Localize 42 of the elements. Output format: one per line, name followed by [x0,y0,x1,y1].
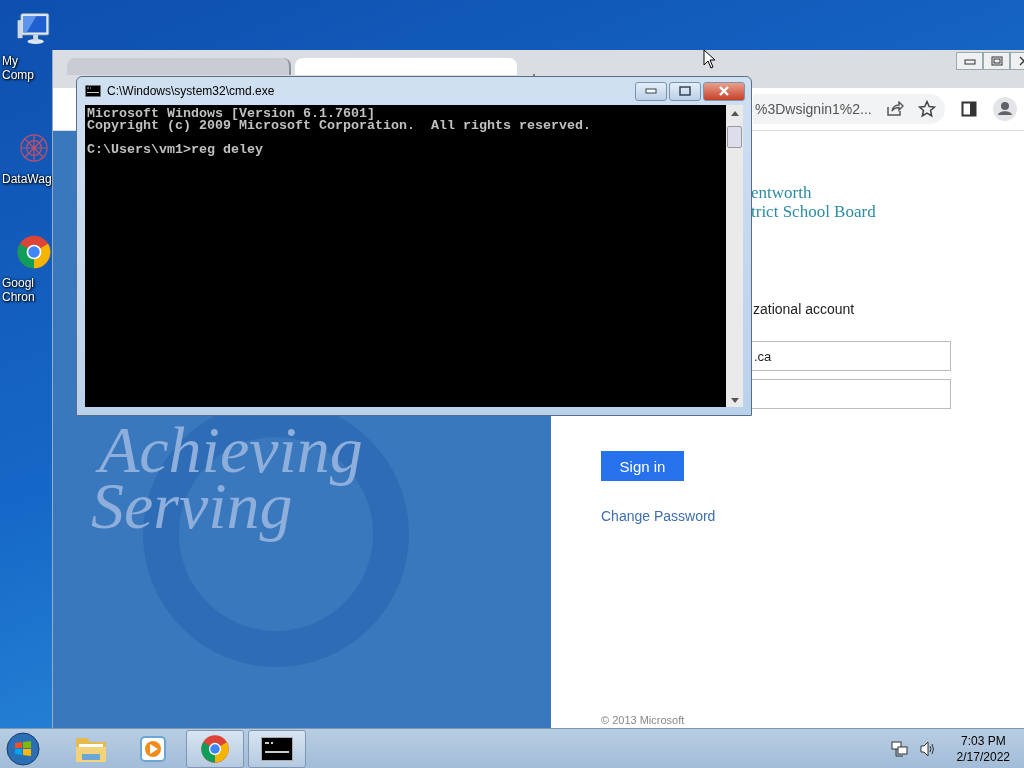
maximize-icon [990,56,1003,66]
console-icon [261,736,293,761]
password-field[interactable] [752,379,951,409]
star-icon[interactable] [917,100,936,118]
minimize-icon [645,88,657,94]
console-line: C:\Users\vm1>reg deley [87,144,264,156]
minimize-icon [963,57,976,65]
sign-in-button[interactable]: Sign in [601,451,684,481]
browser-logo-icon [200,733,230,764]
console-line: Microsoft Windows [Version 6.1.7601] [87,108,375,120]
school-board-name: entworth [751,183,813,202]
start-button[interactable] [6,731,40,766]
copyright-text: © 2013 Microsoft [601,714,685,726]
desktop-icon-label[interactable]: DataWag [2,172,50,186]
side-panel-icon[interactable] [961,101,977,117]
desktop-icon-label[interactable]: Googl Chron [2,276,50,304]
minimize-button[interactable] [956,52,983,70]
scrollbar[interactable] [726,105,743,407]
share-icon[interactable] [885,101,904,117]
sign-in-prompt: zational account [753,301,855,317]
close-icon [718,85,730,97]
scroll-thumb[interactable] [727,126,742,148]
console-icon [85,85,101,97]
media-player-icon [138,733,168,764]
desktop-icon-label[interactable]: My Comp [2,54,50,82]
school-board-name: trict School Board [751,202,876,221]
console-line: Copyright (c) 2009 Microsoft Corporation. All rights reserved. [87,120,592,132]
clock-date[interactable]: 2/17/2022 [956,748,1010,765]
clock-time[interactable]: 7:03 PM [960,732,1006,749]
network-icon[interactable] [890,739,909,758]
address-bar[interactable]: %3Dwsignin1%2... [753,94,945,124]
mouse-pointer-icon [703,49,717,69]
change-password-link[interactable]: Change Password [601,508,716,524]
taskbar-button[interactable] [248,729,306,768]
address-text: %3Dwsignin1%2... [755,101,872,117]
maximize-button[interactable] [669,81,701,101]
profile-avatar-icon[interactable] [993,97,1017,121]
window-title: C:\Windows\system32\cmd.exe [107,84,275,98]
username-field[interactable]: .ca [752,341,951,371]
volume-icon[interactable] [918,739,937,758]
maximize-icon [679,86,691,96]
minimize-button[interactable] [635,81,667,101]
